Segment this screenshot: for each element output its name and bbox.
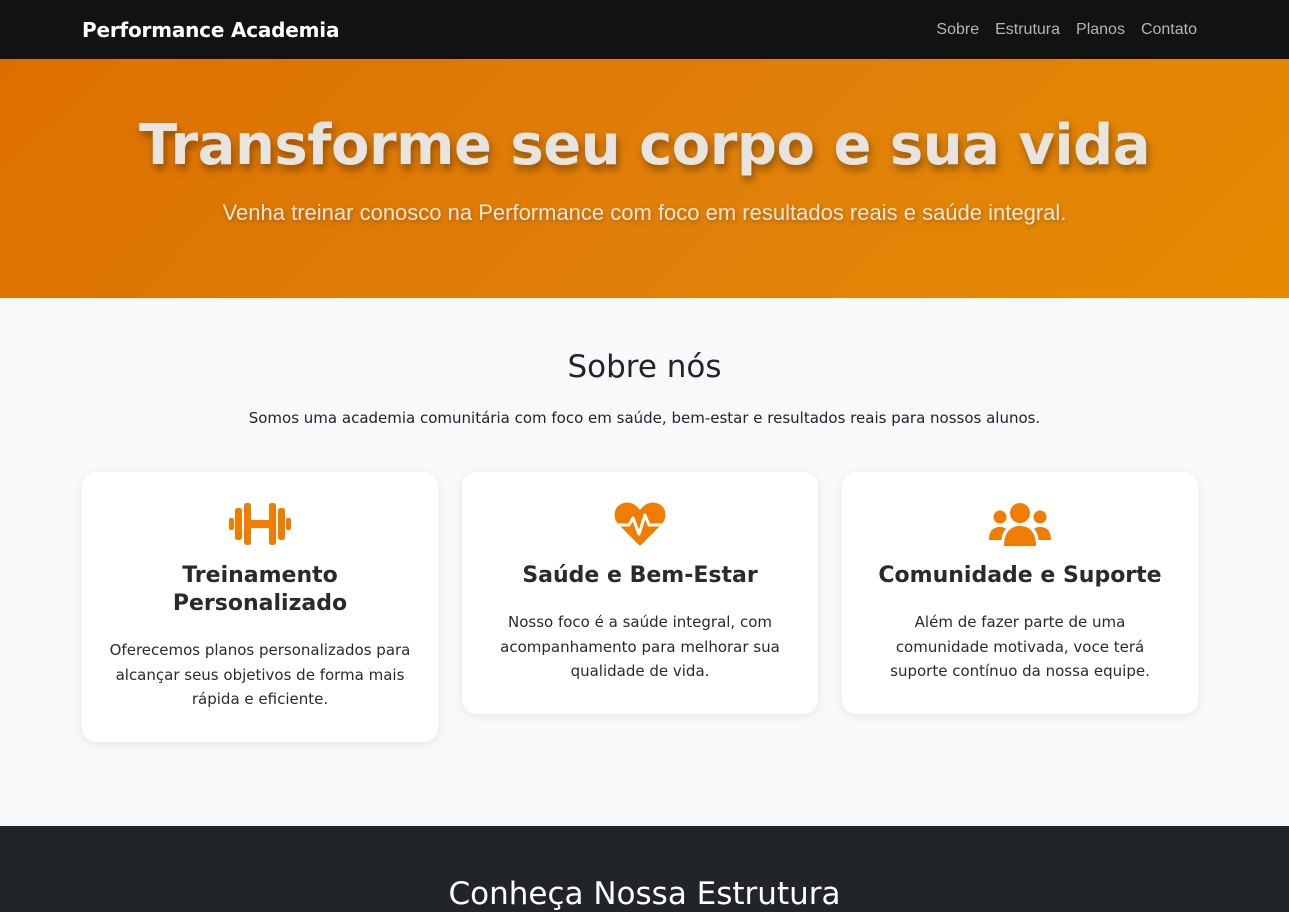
brand-logo[interactable]: Performance Academia: [82, 18, 339, 42]
feature-card-health: Saúde e Bem-Estar Nosso foco é a saúde i…: [462, 472, 818, 714]
about-title: Sobre nós: [567, 349, 722, 385]
hero-subtitle: Venha treinar conosco na Performance com…: [222, 200, 1067, 225]
dumbbell-icon: [106, 500, 414, 548]
feature-card-training: Treinamento Personalizado Oferecemos pla…: [82, 472, 438, 742]
hero-title: Transforme seu corpo e sua vida: [139, 113, 1150, 178]
feature-card-text: Nosso foco é a saúde integral, com acomp…: [500, 613, 780, 680]
feature-card-text: Além de fazer parte de uma comunidade mo…: [890, 613, 1150, 680]
feature-cards: Treinamento Personalizado Oferecemos pla…: [0, 472, 1289, 742]
navbar: Performance Academia Sobre Estrutura Pla…: [0, 0, 1289, 59]
heart-pulse-icon: [486, 500, 794, 548]
nav-links: Sobre Estrutura Planos Contato: [936, 21, 1197, 39]
users-icon: [866, 500, 1174, 548]
feature-card-title: Saúde e Bem-Estar: [522, 563, 758, 588]
structure-section: Conheça Nossa Estrutura: [0, 826, 1289, 912]
feature-card-title: Treinamento Personalizado: [172, 563, 348, 616]
feature-card-text: Oferecemos planos personalizados para al…: [109, 641, 411, 708]
nav-link-planos[interactable]: Planos: [1076, 21, 1125, 39]
nav-link-contato[interactable]: Contato: [1141, 21, 1197, 39]
feature-card-title: Comunidade e Suporte: [878, 563, 1162, 588]
feature-card-community: Comunidade e Suporte Além de fazer parte…: [842, 472, 1198, 714]
hero-section: Transforme seu corpo e sua vida Venha tr…: [0, 59, 1289, 298]
about-text: Somos uma academia comunitária com foco …: [248, 409, 1041, 427]
about-section: Sobre nós Somos uma academia comunitária…: [0, 298, 1289, 826]
nav-link-sobre[interactable]: Sobre: [936, 21, 979, 39]
nav-link-estrutura[interactable]: Estrutura: [995, 21, 1060, 39]
structure-title: Conheça Nossa Estrutura: [448, 876, 841, 912]
